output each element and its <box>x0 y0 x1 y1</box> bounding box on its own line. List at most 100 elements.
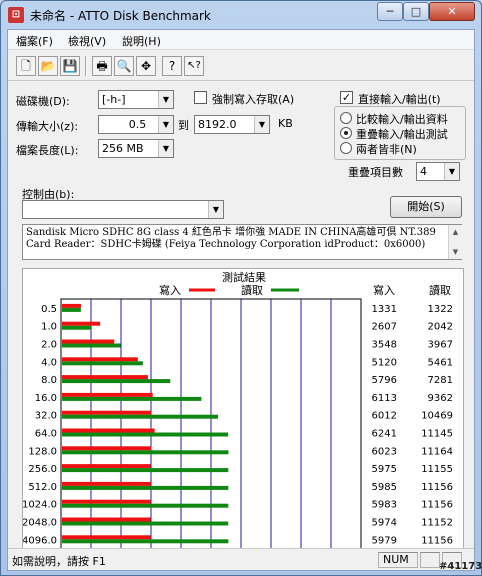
read-value: 11156 <box>421 482 453 493</box>
read-value: 11156 <box>421 535 453 546</box>
read-bar <box>62 521 229 526</box>
read-bar <box>62 379 171 384</box>
close-button[interactable]: ✕ <box>429 2 475 21</box>
read-value: 1322 <box>428 304 453 315</box>
chevron-down-icon[interactable]: ▼ <box>158 116 173 133</box>
title-bar[interactable]: ⊡ 未命名 - ATTO Disk Benchmark ─ □ ✕ <box>1 1 481 29</box>
direct-io-checkbox[interactable]: ✓ <box>340 91 353 104</box>
move-icon[interactable]: ✥ <box>136 56 156 76</box>
read-value: 11156 <box>421 500 453 511</box>
read-value: 3967 <box>428 340 453 351</box>
compare-io-radio[interactable] <box>340 112 352 124</box>
write-bar <box>62 499 151 504</box>
drive-value: [-h-] <box>102 93 126 106</box>
write-value: 5979 <box>372 535 397 546</box>
write-value: 6113 <box>372 393 397 404</box>
column-read-header: 讀取 <box>429 283 451 297</box>
drive-select[interactable]: [-h-] ▼ <box>98 90 174 109</box>
to-label: 到 <box>178 119 189 132</box>
help-icon[interactable]: ? <box>162 56 182 76</box>
force-write-label: 強制寫入存取(A) <box>212 93 295 106</box>
y-tick-label: 4096.0 <box>23 535 57 546</box>
description-textarea[interactable]: Sandisk Micro SDHC 8G class 4 紅色吊卡 增你強 M… <box>22 224 462 260</box>
direct-io-label: 直接輸入/輸出(t) <box>358 93 441 106</box>
write-value: 5983 <box>372 500 397 511</box>
read-value: 9362 <box>428 393 453 404</box>
neither-label: 兩者皆非(N) <box>356 143 417 156</box>
read-value: 2042 <box>428 322 453 333</box>
read-value: 11145 <box>421 429 453 440</box>
maximize-button[interactable]: □ <box>403 2 429 21</box>
controlled-by-select[interactable]: ▼ <box>22 200 224 219</box>
open-icon[interactable]: 📂 <box>38 56 58 76</box>
menu-view[interactable]: 檢視(V) <box>68 33 106 49</box>
overlapped-io-label: 重疊輸入/輸出測試 <box>356 128 448 141</box>
window-title: 未命名 - ATTO Disk Benchmark <box>30 9 211 23</box>
overlapped-io-radio[interactable] <box>340 127 352 139</box>
write-value: 3548 <box>372 340 397 351</box>
start-button[interactable]: 開始(S) <box>390 196 462 218</box>
status-bar: 如需說明，請按 F1 NUM <box>8 548 474 570</box>
write-value: 5975 <box>372 464 397 475</box>
neither-radio[interactable] <box>340 142 352 154</box>
write-bar <box>62 357 138 362</box>
context-help-icon[interactable]: ↖? <box>184 56 204 76</box>
write-bar <box>62 392 153 397</box>
transfer-to-select[interactable]: 8192.0 ▼ <box>194 115 270 134</box>
print-preview-icon[interactable]: 🔍 <box>114 56 134 76</box>
read-value: 10469 <box>421 411 453 422</box>
write-bar <box>62 410 152 415</box>
legend-write-label: 寫入 <box>159 283 181 297</box>
chevron-down-icon[interactable]: ▼ <box>158 91 173 108</box>
y-tick-label: 8.0 <box>41 375 57 386</box>
y-tick-label: 4.0 <box>41 357 57 368</box>
toolbar: 🗋 📂 💾 🖶 🔍 ✥ ? ↖? <box>8 51 474 81</box>
y-tick-label: 32.0 <box>35 411 57 422</box>
transfer-from-select[interactable]: 0.5 ▼ <box>98 115 174 134</box>
num-lock-indicator: NUM <box>378 552 418 568</box>
write-value: 5120 <box>372 357 397 368</box>
chevron-down-icon[interactable]: ▼ <box>158 140 173 157</box>
menu-file[interactable]: 檔案(F) <box>16 33 53 49</box>
transfer-unit-label: KB <box>278 117 293 130</box>
write-bar <box>62 428 155 433</box>
force-write-checkbox[interactable] <box>194 91 207 104</box>
queue-depth-label: 重疊項目數 <box>348 166 403 179</box>
read-bar <box>62 343 121 348</box>
watermark: #41173 <box>439 561 482 572</box>
menu-help[interactable]: 說明(H) <box>122 33 161 49</box>
write-value: 2607 <box>372 322 397 333</box>
transfer-from-value: 0.5 <box>128 118 147 131</box>
save-icon[interactable]: 💾 <box>60 56 80 76</box>
chevron-down-icon[interactable]: ▼ <box>208 201 223 218</box>
new-icon[interactable]: 🗋 <box>16 56 36 76</box>
menu-bar: 檔案(F) 檢視(V) 說明(H) <box>8 30 474 50</box>
scroll-down-icon[interactable]: ▼ <box>449 245 462 259</box>
app-window: ⊡ 未命名 - ATTO Disk Benchmark ─ □ ✕ 檔案(F) … <box>0 0 482 576</box>
read-bar <box>62 450 229 455</box>
io-mode-group: 比較輸入/輸出資料 重疊輸入/輸出測試 兩者皆非(N) <box>334 106 466 160</box>
write-bar <box>62 535 151 540</box>
read-value: 11155 <box>421 464 453 475</box>
write-value: 5796 <box>372 375 397 386</box>
write-bar <box>62 446 152 451</box>
queue-depth-select[interactable]: 4 ▼ <box>416 162 460 181</box>
read-bar <box>62 307 81 312</box>
read-value: 11152 <box>421 518 453 529</box>
y-tick-label: 0.5 <box>41 304 57 315</box>
description-scrollbar[interactable]: ▲ ▼ <box>448 225 462 259</box>
file-length-select[interactable]: 256 MB ▼ <box>98 139 174 158</box>
write-bar <box>62 517 151 522</box>
legend-read-label: 讀取 <box>241 283 263 297</box>
compare-io-label: 比較輸入/輸出資料 <box>356 113 448 126</box>
chevron-down-icon[interactable]: ▼ <box>444 163 459 180</box>
chevron-down-icon[interactable]: ▼ <box>254 116 269 133</box>
scroll-up-icon[interactable]: ▲ <box>449 225 462 239</box>
write-value: 1331 <box>372 304 397 315</box>
read-value: 5461 <box>428 357 453 368</box>
print-icon[interactable]: 🖶 <box>92 56 112 76</box>
y-tick-label: 128.0 <box>28 446 57 457</box>
y-tick-label: 16.0 <box>35 393 57 404</box>
write-value: 5985 <box>372 482 397 493</box>
minimize-button[interactable]: ─ <box>377 2 403 21</box>
